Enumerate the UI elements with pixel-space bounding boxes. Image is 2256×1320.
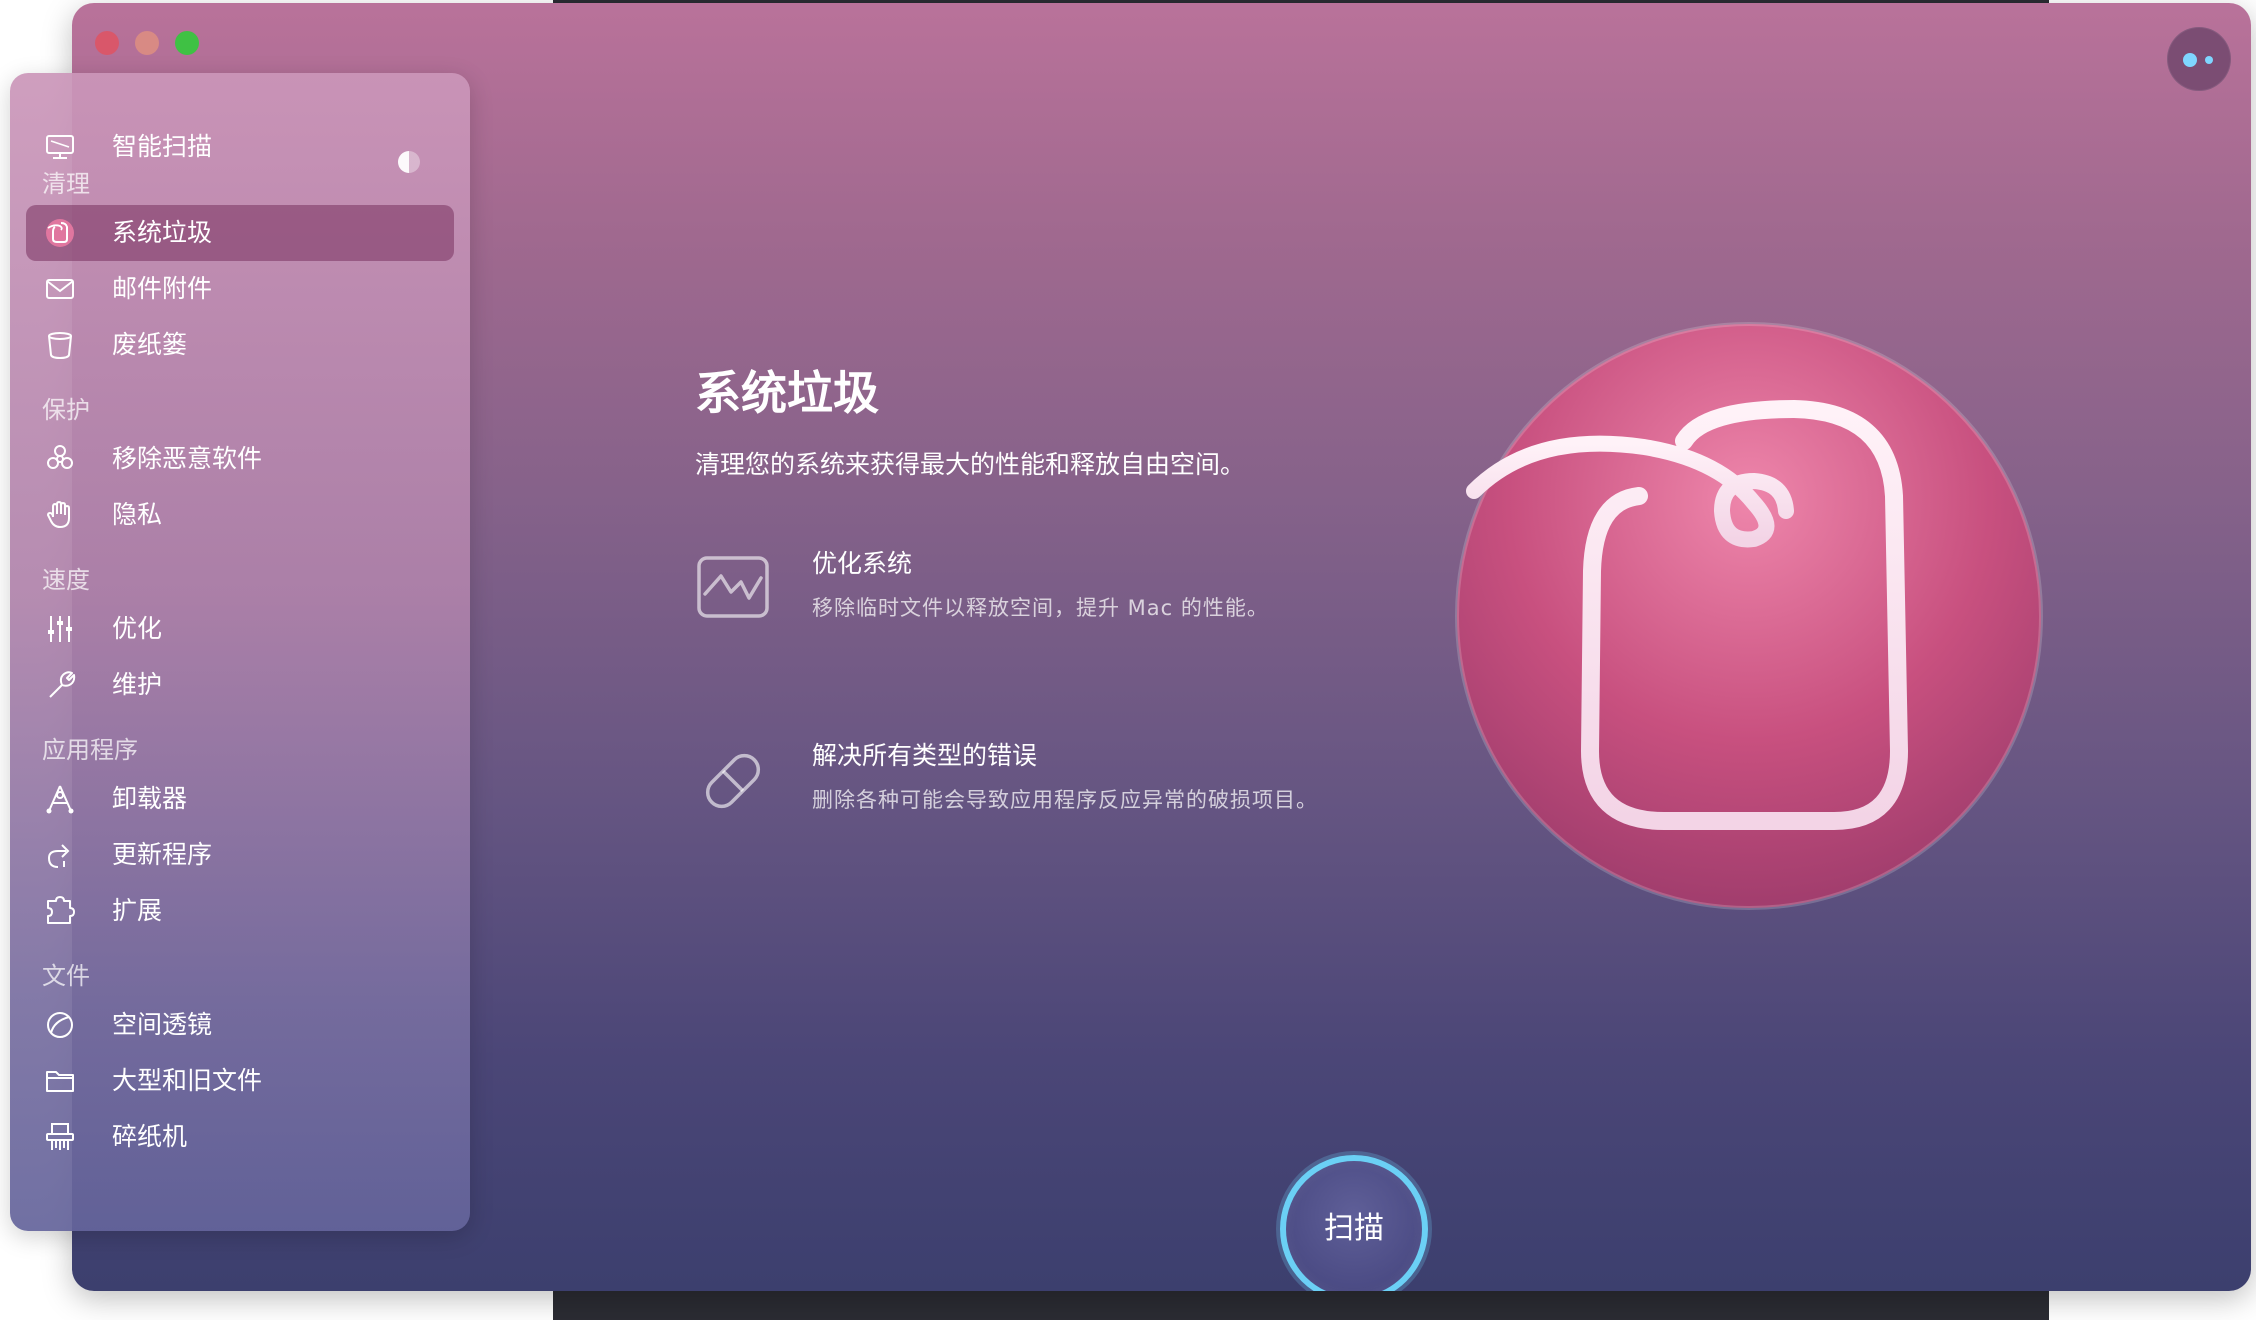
sidebar-item-label: 大型和旧文件: [112, 1066, 263, 1095]
sidebar-item-optimization[interactable]: 优化: [26, 601, 454, 657]
section-title: 保护: [42, 396, 90, 424]
assistant-button[interactable]: [2167, 27, 2231, 91]
sidebar-item-label: 系统垃圾: [112, 218, 213, 247]
pulse-monitor-icon: [697, 556, 769, 618]
section-title: 应用程序: [42, 736, 138, 764]
uninstaller-icon: [46, 785, 74, 814]
envelope-icon: [46, 279, 74, 299]
scan-button[interactable]: 扫描: [1280, 1155, 1428, 1291]
pill-icon: [705, 753, 761, 809]
sidebar-item-label: 空间透镜: [112, 1010, 213, 1039]
sidebar-item-extensions[interactable]: 扩展: [26, 883, 454, 939]
feature-title: 解决所有类型的错误: [812, 741, 1038, 770]
sidebar-item-label: 移除恶意软件: [112, 444, 263, 473]
sidebar: 智能扫描 清理 系统垃圾 邮件附件 废纸篓 保护 移除恶意软件 隐私 速度 优化…: [10, 73, 470, 1231]
feature-title: 优化系统: [812, 549, 913, 578]
assistant-eye-icon: [2183, 53, 2197, 67]
sidebar-item-label: 智能扫描: [112, 132, 213, 161]
page-title: 系统垃圾: [695, 366, 879, 420]
sliders-icon: [48, 616, 72, 642]
system-junk-hero-icon: [1455, 322, 2043, 910]
sidebar-item-label: 废纸篓: [112, 330, 188, 359]
sidebar-item-label: 优化: [112, 614, 163, 643]
sidebar-item-shredder[interactable]: 碎纸机: [26, 1109, 454, 1165]
update-arrow-icon: [47, 844, 70, 868]
feature-description: 删除各种可能会导致应用程序反应异常的破损项目。: [812, 788, 1318, 812]
trash-bin-icon: [48, 332, 72, 360]
sidebar-item-malware-removal[interactable]: 移除恶意软件: [26, 431, 454, 487]
page-subtitle: 清理您的系统来获得最大的性能和释放自由空间。: [695, 450, 1246, 479]
puzzle-icon: [47, 896, 75, 924]
sidebar-item-label: 卸载器: [112, 784, 188, 813]
sidebar-item-updater[interactable]: 更新程序: [26, 827, 454, 883]
sidebar-item-large-old-files[interactable]: 大型和旧文件: [26, 1053, 454, 1109]
sidebar-item-privacy[interactable]: 隐私: [26, 487, 454, 543]
assistant-eye-icon: [2205, 56, 2213, 64]
sidebar-item-mail-attachments[interactable]: 邮件附件: [26, 261, 454, 317]
progress-pie-icon: [398, 151, 420, 173]
sidebar-item-smart-scan[interactable]: 智能扫描: [26, 119, 454, 175]
sidebar-item-system-junk[interactable]: 系统垃圾: [26, 205, 454, 261]
sidebar-item-maintenance[interactable]: 维护: [26, 657, 454, 713]
sidebar-item-label: 扩展: [112, 896, 163, 925]
folder-icon: [46, 1071, 74, 1092]
hand-icon: [47, 501, 70, 528]
section-title: 速度: [42, 566, 90, 594]
wrench-icon: [49, 671, 76, 698]
space-lens-icon: [47, 1012, 73, 1038]
sidebar-item-uninstaller[interactable]: 卸载器: [26, 771, 454, 827]
close-window-button[interactable]: [95, 31, 119, 55]
monitor-icon: [46, 135, 74, 159]
minimize-window-button[interactable]: [135, 31, 159, 55]
zoom-window-button[interactable]: [175, 31, 199, 55]
shredder-icon: [46, 1123, 74, 1150]
sidebar-item-space-lens[interactable]: 空间透镜: [26, 997, 454, 1053]
sidebar-item-label: 更新程序: [112, 840, 213, 869]
section-title: 文件: [42, 962, 90, 990]
sidebar-item-trash[interactable]: 废纸篓: [26, 317, 454, 373]
sidebar-item-label: 隐私: [112, 500, 163, 529]
biohazard-icon: [47, 445, 73, 469]
feature-description: 移除临时文件以释放空间，提升 Mac 的性能。: [812, 596, 1269, 620]
system-junk-icon: [46, 219, 74, 247]
section-title: 清理: [42, 170, 90, 198]
sidebar-item-label: 碎纸机: [112, 1122, 188, 1151]
sidebar-item-label: 维护: [112, 670, 163, 699]
sidebar-item-label: 邮件附件: [112, 274, 213, 303]
